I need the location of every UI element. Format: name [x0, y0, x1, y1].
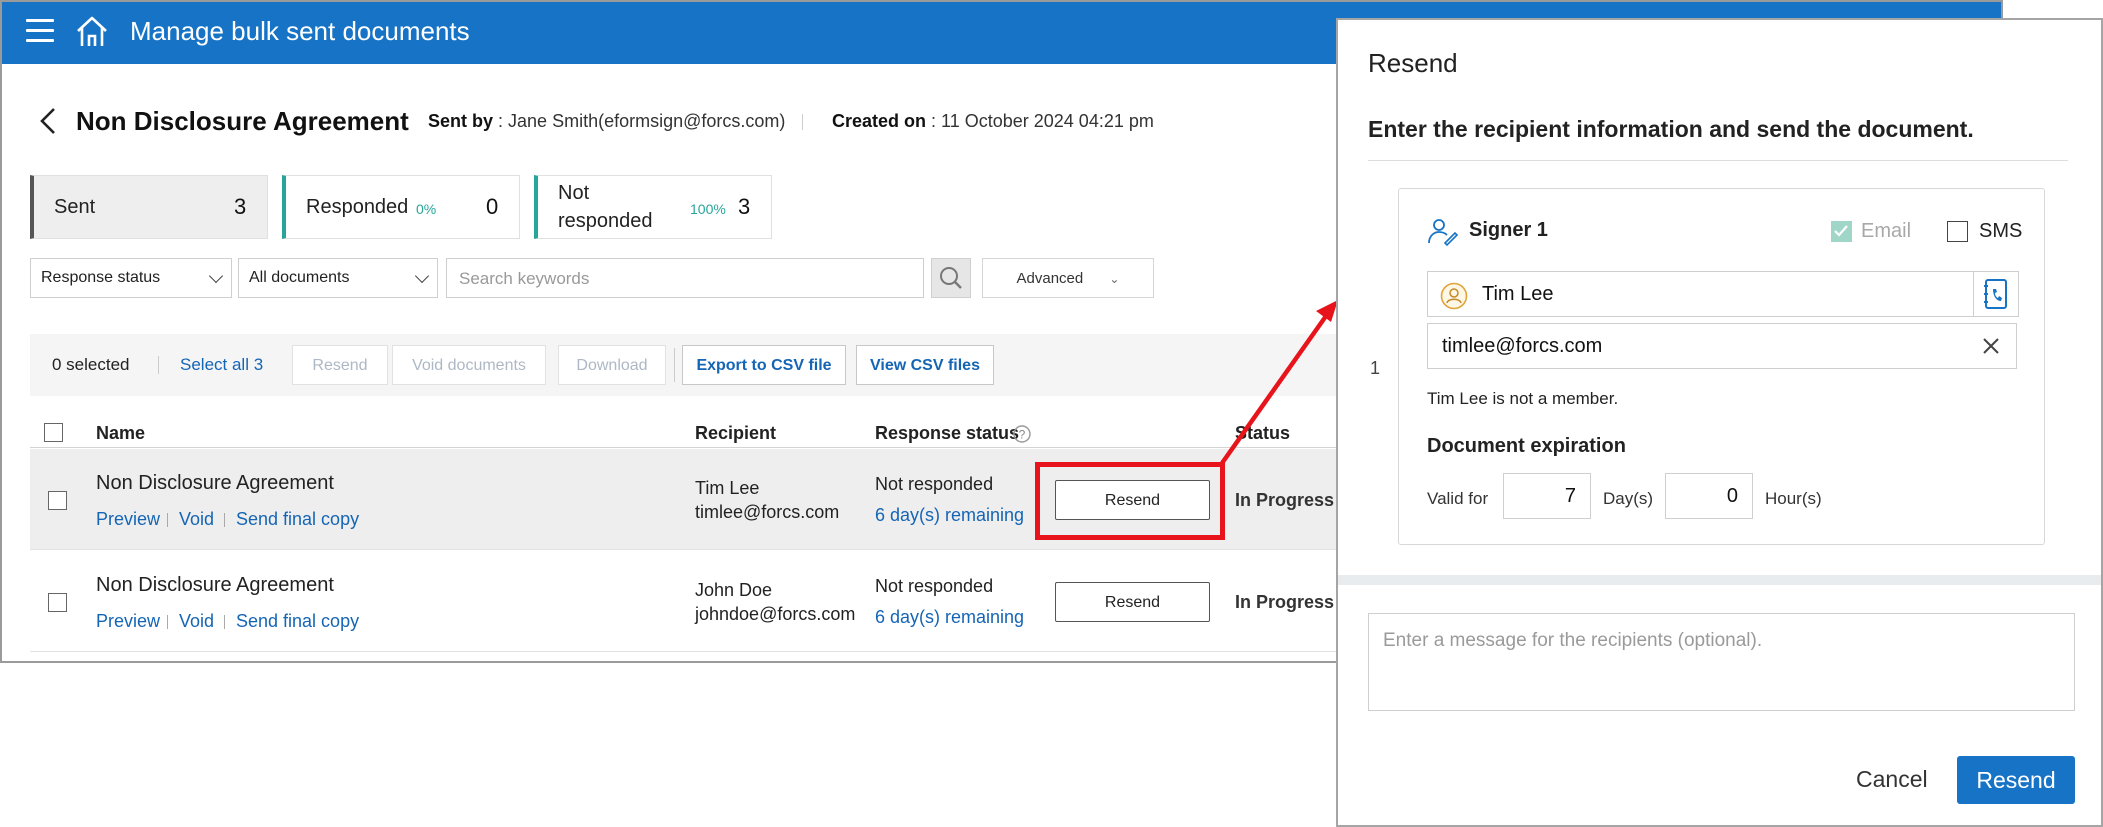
- address-book-icon: [1984, 279, 2007, 309]
- days-input[interactable]: 7: [1503, 473, 1591, 519]
- recipient-name-input[interactable]: Tim Lee: [1427, 271, 2017, 317]
- recipient-email-input[interactable]: timlee@forcs.com: [1427, 323, 2017, 369]
- avatar-icon: [1440, 282, 1468, 310]
- membership-note: Tim Lee is not a member.: [1427, 389, 1619, 408]
- valid-for-label: Valid for: [1427, 489, 1489, 508]
- message-textarea[interactable]: Enter a message for the recipients (opti…: [1368, 613, 2075, 711]
- section-divider: [1338, 575, 2101, 585]
- recipient-index: 1: [1370, 358, 1381, 378]
- recipient-card: Signer 1 Email SMS Tim Lee timlee@forcs.…: [1398, 188, 2045, 545]
- email-checkbox[interactable]: [1831, 221, 1852, 242]
- signer-label: Signer 1: [1469, 219, 1548, 241]
- hours-label: Hour(s): [1765, 489, 1822, 508]
- cancel-button[interactable]: Cancel: [1856, 766, 1928, 793]
- dialog-divider: [1368, 160, 2068, 161]
- signer-icon: [1428, 219, 1459, 247]
- resend-dialog: Resend Enter the recipient information a…: [1336, 18, 2103, 827]
- sms-checkbox-label: SMS: [1979, 220, 2023, 242]
- days-label: Day(s): [1603, 489, 1654, 508]
- dialog-subtitle: Enter the recipient information and send…: [1368, 116, 1974, 142]
- check-icon: [1834, 225, 1848, 237]
- expiration-title: Document expiration: [1427, 435, 1626, 457]
- dialog-title: Resend: [1368, 48, 1458, 78]
- contacts-button[interactable]: [1973, 271, 2019, 317]
- clear-email-icon[interactable]: [1980, 335, 2002, 357]
- email-checkbox-label: Email: [1861, 220, 1912, 242]
- resend-submit-button[interactable]: Resend: [1957, 756, 2075, 804]
- hours-input[interactable]: 0: [1665, 473, 1753, 519]
- sms-checkbox[interactable]: [1947, 221, 1968, 242]
